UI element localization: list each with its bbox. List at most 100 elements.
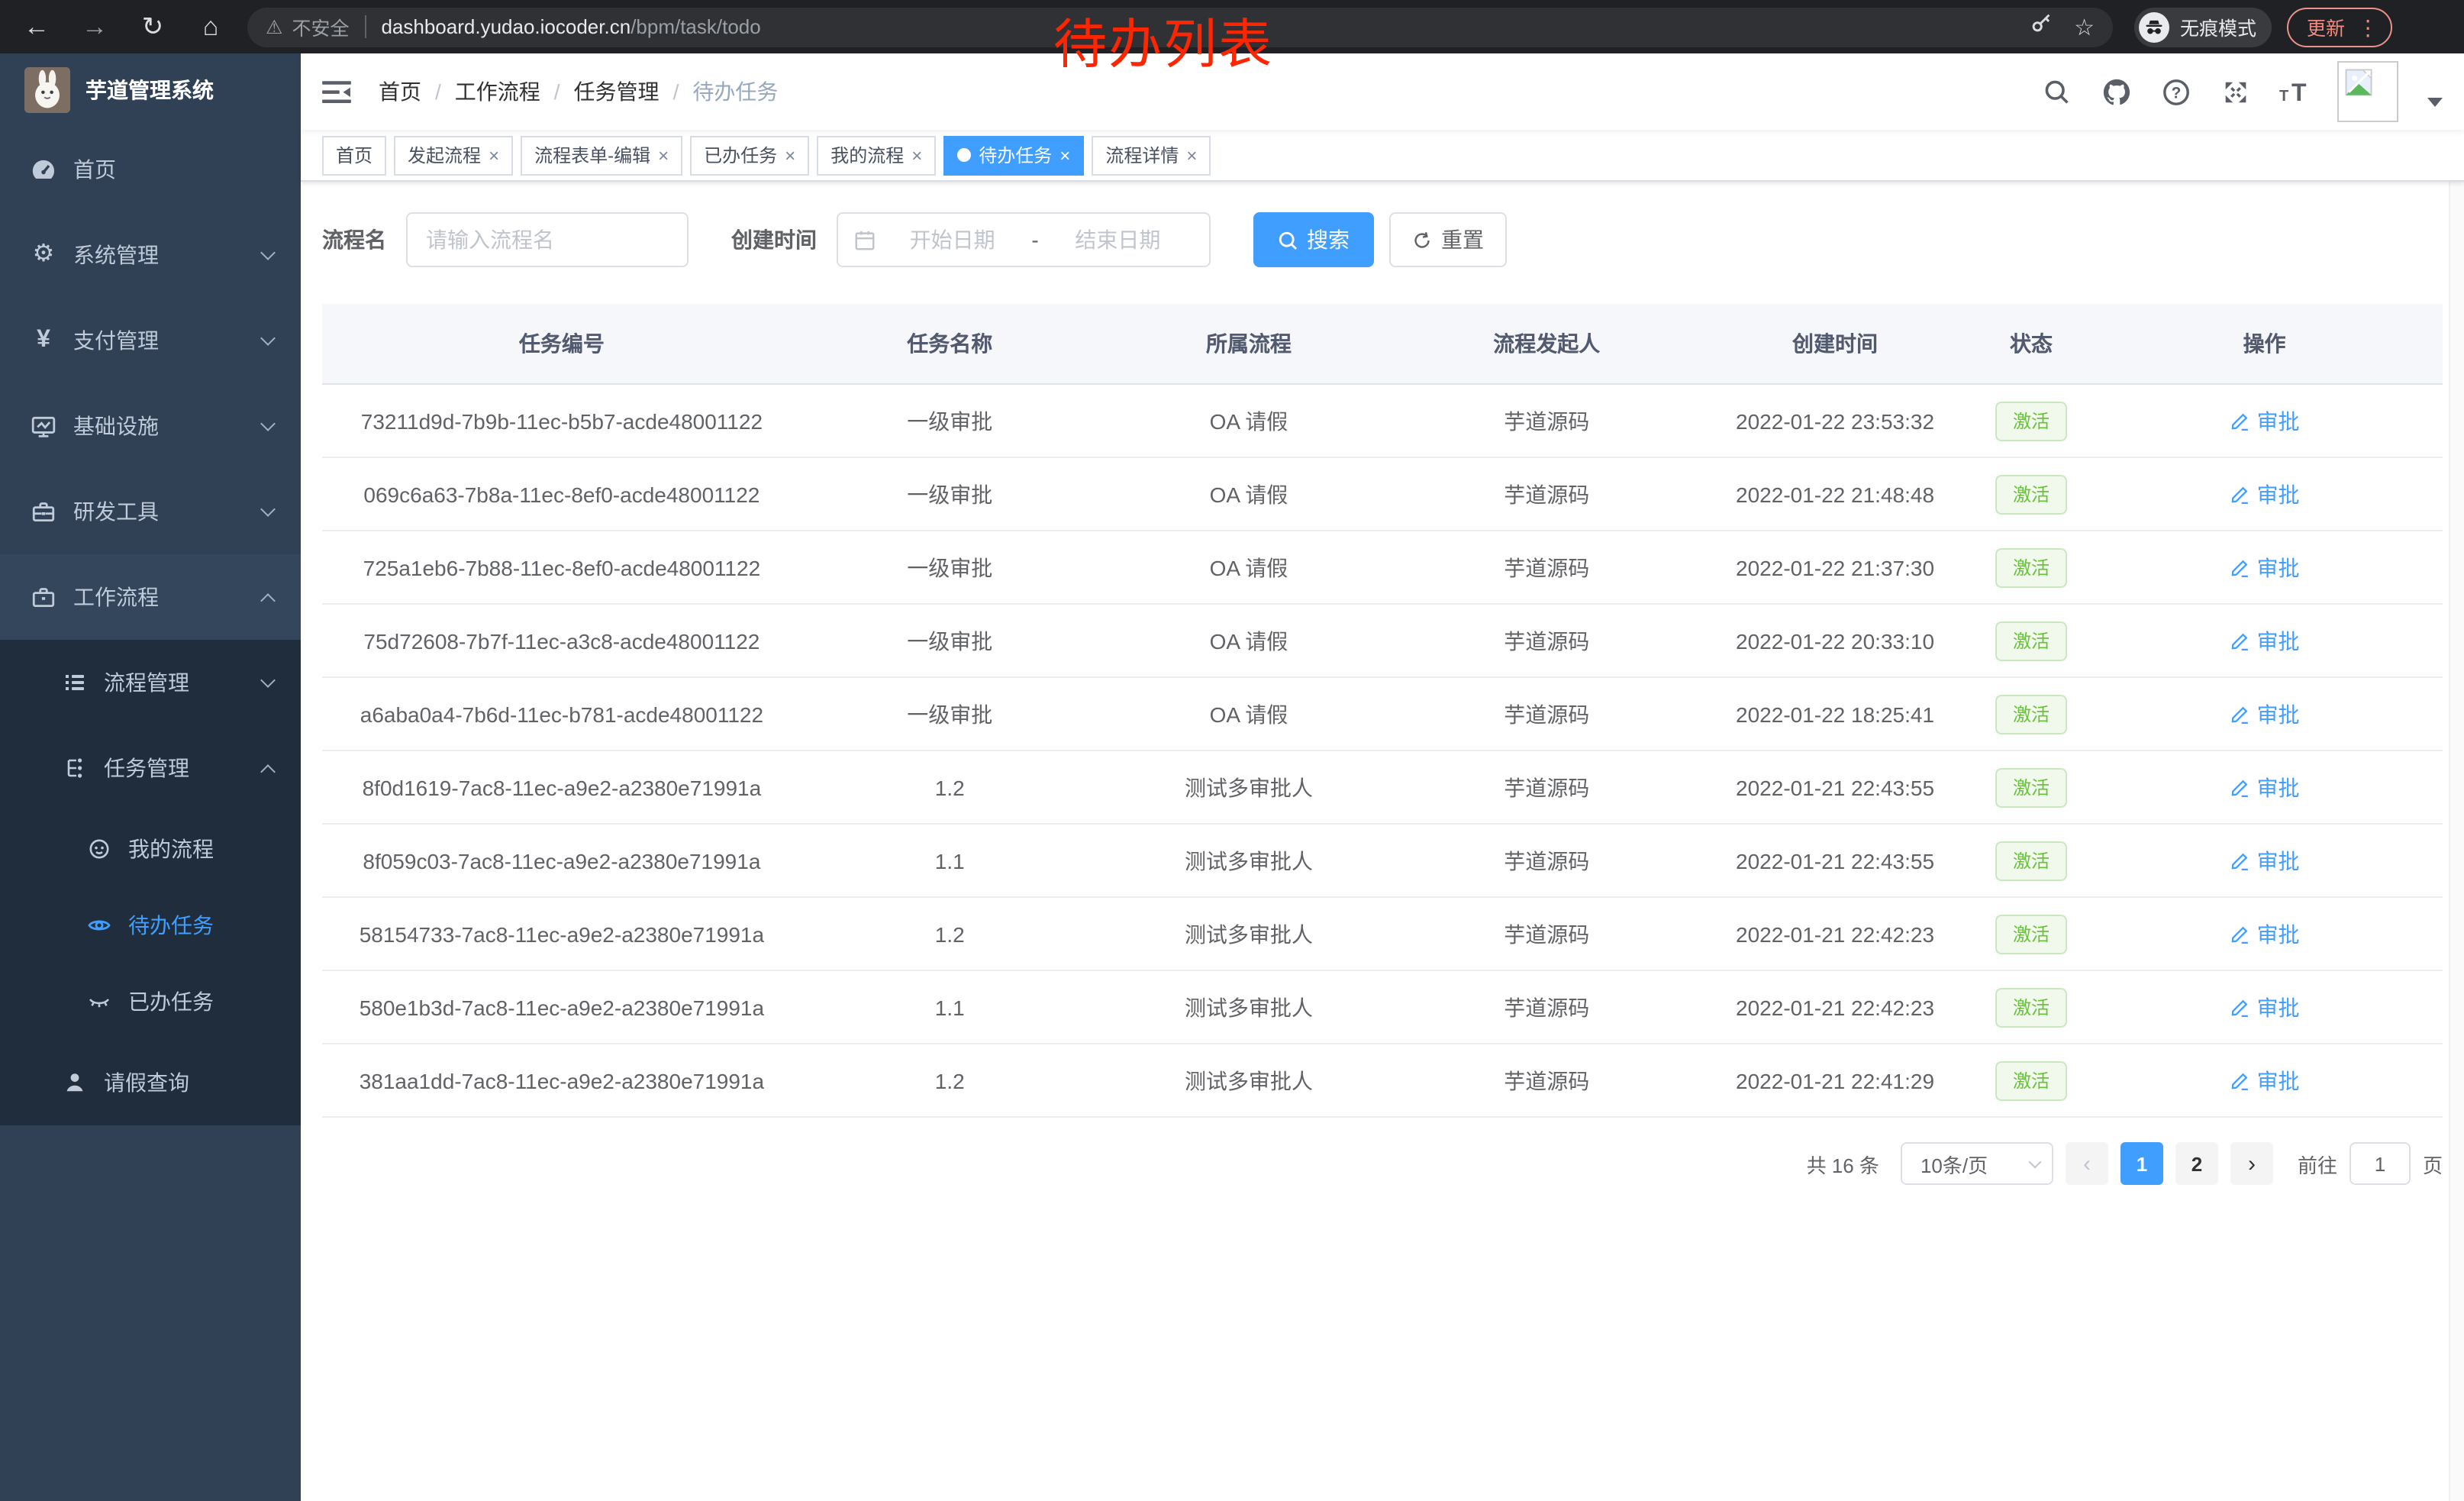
sidebar-item-task-management[interactable]: 任务管理 [0,725,301,811]
status-badge: 激活 [1996,694,2066,734]
browser-toolbar: ← → ↻ ⌂ ⚠ 不安全 dashboard.yudao.iocoder.cn… [0,0,2464,53]
sidebar-item-label: 研发工具 [73,496,263,527]
sidebar-logo[interactable]: 芋道管理系统 [0,53,301,127]
close-tab-icon[interactable]: × [658,146,669,164]
browser-update-button[interactable]: 更新 ⋮ [2287,7,2392,47]
page-button-2[interactable]: 2 [2175,1142,2218,1185]
sidebar-item-payment[interactable]: ¥ 支付管理 [0,298,301,383]
sidebar-item-process-management[interactable]: 流程管理 [0,640,301,725]
date-range-picker[interactable]: 开始日期 - 结束日期 [837,212,1211,267]
edit-pencil-icon [2230,850,2251,871]
task-id-cell: 069c6a63-7b8a-11ec-8ef0-acde48001122 [322,482,801,506]
page-size-select[interactable]: 10条/页 [1901,1142,2053,1185]
avatar[interactable] [2337,61,2398,122]
browser-home-button[interactable]: ⌂ [189,5,232,48]
approve-label: 审批 [2257,405,2300,436]
tab-todo-tasks[interactable]: 待办任务× [943,135,1084,175]
status-cell: 激活 [1976,474,2086,514]
browser-forward-button[interactable]: → [73,5,116,48]
approve-button[interactable]: 审批 [2230,845,2300,876]
tab-process-form-edit[interactable]: 流程表单-编辑× [521,135,682,175]
sidebar-item-label: 请假查询 [104,1067,273,1098]
breadcrumb-task-management[interactable]: 任务管理 [574,76,660,107]
browser-reload-button[interactable]: ↻ [131,5,174,48]
tab-label: 首页 [336,142,373,168]
chevron-down-icon [260,416,276,431]
approve-button[interactable]: 审批 [2230,625,2300,656]
sidebar-item-my-process[interactable]: 我的流程 [0,811,301,887]
tab-my-process[interactable]: 我的流程× [817,135,936,175]
bookmark-star-icon[interactable]: ☆ [2074,13,2095,40]
sidebar-item-devtools[interactable]: 研发工具 [0,469,301,554]
process-cell: 测试多审批人 [1098,918,1399,949]
approve-label: 审批 [2257,1065,2300,1096]
total-count: 共 16 条 [1807,1149,1879,1178]
page-button-1[interactable]: 1 [2121,1142,2163,1185]
tab-process-detail[interactable]: 流程详情× [1092,135,1211,175]
font-size-icon[interactable]: TT [2278,75,2311,108]
reset-button[interactable]: 重置 [1389,212,1507,267]
sidebar-item-infrastructure[interactable]: 基础设施 [0,383,301,469]
security-chip[interactable]: ⚠ 不安全 [266,12,349,41]
task-name-cell: 1.1 [801,995,1098,1019]
task-id-cell: 580e1b3d-7ac8-11ec-a9e2-a2380e71991a [322,995,801,1019]
tab-done-tasks[interactable]: 已办任务× [690,135,809,175]
search-button[interactable]: 搜索 [1253,212,1374,267]
tab-start-process[interactable]: 发起流程× [394,135,513,175]
sidebar-item-system[interactable]: ⚙ 系统管理 [0,212,301,298]
approve-button[interactable]: 审批 [2230,405,2300,436]
main-area: 首页 / 工作流程 / 任务管理 / 待办任务 ? [301,53,2464,1501]
approve-button[interactable]: 审批 [2230,552,2300,583]
browser-back-button[interactable]: ← [15,5,58,48]
close-tab-icon[interactable]: × [1059,146,1070,164]
close-tab-icon[interactable]: × [911,146,922,164]
task-name-cell: 1.1 [801,848,1098,873]
approve-button[interactable]: 审批 [2230,1065,2300,1096]
fullscreen-icon[interactable] [2218,75,2252,108]
table-row: 8f059c03-7ac8-11ec-a9e2-a2380e71991a 1.1… [322,825,2443,898]
broken-image-icon [2342,66,2375,99]
end-date-placeholder: 结束日期 [1042,224,1194,255]
approve-button[interactable]: 审批 [2230,699,2300,729]
close-tab-icon[interactable]: × [489,146,499,164]
approve-button[interactable]: 审批 [2230,992,2300,1022]
sidebar-item-workflow[interactable]: 工作流程 [0,554,301,640]
sidebar-item-label: 工作流程 [73,582,263,612]
sidebar-collapse-icon[interactable] [322,79,351,105]
status-cell: 激活 [1976,694,2086,734]
task-id-cell: 725a1eb6-7b88-11ec-8ef0-acde48001122 [322,555,801,579]
tab-home[interactable]: 首页 [322,135,386,175]
prev-page-button[interactable]: ‹ [2066,1142,2108,1185]
sidebar-item-home[interactable]: 首页 [0,127,301,212]
monitor-icon [31,413,56,439]
sidebar-item-label: 流程管理 [104,667,263,698]
sidebar-item-done-tasks[interactable]: 已办任务 [0,964,301,1040]
close-tab-icon[interactable]: × [1186,146,1197,164]
table-row: 381aa1dd-7ac8-11ec-a9e2-a2380e71991a 1.2… [322,1044,2443,1118]
action-cell: 审批 [2086,552,2443,583]
scrollbar-track[interactable] [2449,182,2464,1501]
approve-button[interactable]: 审批 [2230,772,2300,802]
address-bar[interactable]: ⚠ 不安全 dashboard.yudao.iocoder.cn/bpm/tas… [247,7,2113,47]
help-icon[interactable]: ? [2159,75,2192,108]
sidebar-item-todo-tasks[interactable]: 待办任务 [0,887,301,964]
avatar-dropdown-caret[interactable] [2427,98,2443,107]
breadcrumb-home[interactable]: 首页 [379,76,421,107]
search-icon[interactable] [2040,75,2073,108]
navbar: 首页 / 工作流程 / 任务管理 / 待办任务 ? [301,53,2464,130]
browser-menu-icon[interactable]: ⋮ [2357,16,2379,37]
sidebar-item-leave-query[interactable]: 请假查询 [0,1040,301,1125]
github-icon[interactable] [2099,75,2133,108]
svg-text:T: T [2291,79,2307,105]
breadcrumb-workflow[interactable]: 工作流程 [455,76,540,107]
process-name-input[interactable] [406,212,689,267]
sidebar-item-label: 首页 [73,154,273,185]
next-page-button[interactable]: › [2230,1142,2273,1185]
goto-page-input[interactable] [2350,1142,2411,1185]
approve-button[interactable]: 审批 [2230,918,2300,949]
process-cell: OA 请假 [1098,479,1399,509]
password-key-icon[interactable] [2028,11,2053,43]
close-tab-icon[interactable]: × [785,146,795,164]
breadcrumb: 首页 / 工作流程 / 任务管理 / 待办任务 [379,76,778,107]
approve-button[interactable]: 审批 [2230,479,2300,509]
